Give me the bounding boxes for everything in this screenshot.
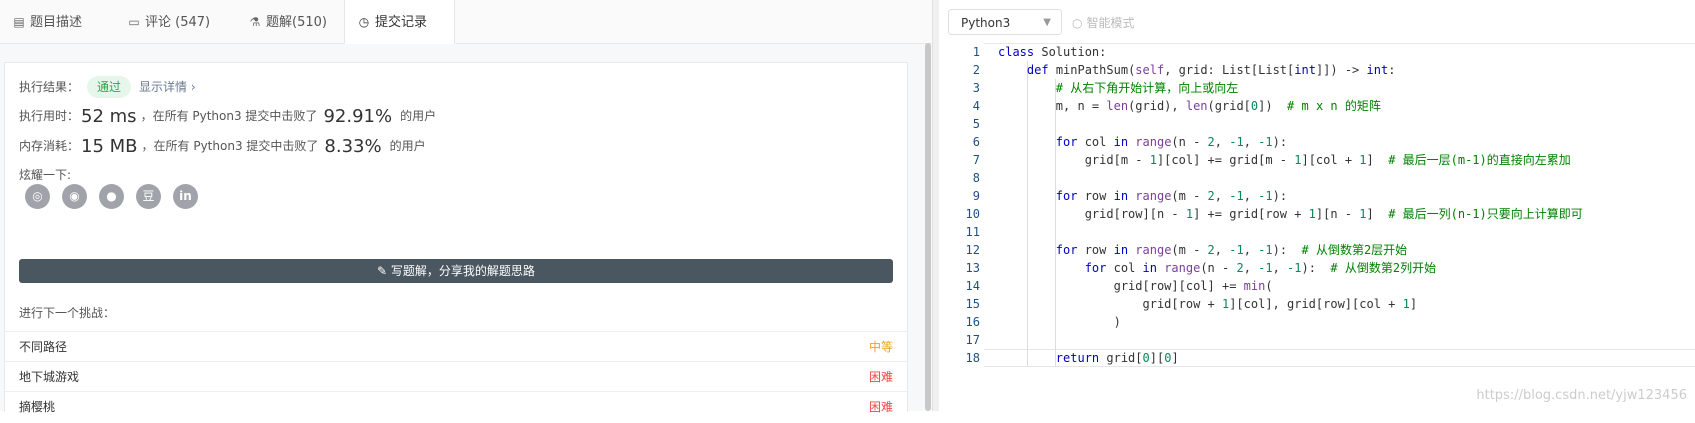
difficulty-badge: 困难 [868,370,893,384]
code-line: grid[row + 1][col], grid[row][col + 1] [998,297,1418,311]
line-number: 5 [972,117,980,131]
smart-mode-toggle[interactable]: ○ 智能模式 [1072,14,1135,31]
tab-description[interactable]: ▤ 题目描述 [0,0,104,43]
line-number: 4 [972,99,980,113]
difficulty-badge: 中等 [868,340,893,354]
line-number: 18 [965,351,980,365]
write-solution-button[interactable]: ✎ 写题解，分享我的解题思路 [19,259,893,283]
list-item[interactable]: 地下城游戏 困难 [5,361,907,393]
editor-toolbar: Python3 ▼ ○ 智能模式 [940,0,1695,44]
pencil-icon: ✎ [377,264,391,278]
leetcode-page: ▤ 题目描述 ▭ 评论 (547) ⚗ 题解(510) ◷ 提交记录 执行结果： 通过 显示… [0,0,1695,414]
line-number: 10 [965,207,980,221]
left-panel: ▤ 题目描述 ▭ 评论 (547) ⚗ 题解(510) ◷ 提交记录 执行结果： 通过 显示… [0,0,933,414]
line-number: 15 [965,297,980,311]
description-icon: ▤ [13,15,25,29]
line-number: 9 [972,189,980,203]
submission-result-card: 执行结果： 通过 显示详情 › 执行用时： 52 ms ，在所有 Python3 提交中… [4,62,908,414]
memory-value: 15 MB [81,136,138,157]
memory-row: 内存消耗： 15 MB ，在所有 Python3 提交中击败了 8.33% 的用户 [19,136,426,157]
wechat-icon[interactable]: ◎ [25,184,50,209]
chevron-down-icon: ▼ [1043,17,1051,28]
panel-splitter[interactable] [932,0,939,411]
flask-icon: ⚗ [249,15,261,29]
line-number-gutter: 1 2 3 4 5 6 7 8 9 10 11 12 13 14 15 16 1… [940,43,984,411]
line-number: 17 [965,333,980,347]
douban-icon[interactable]: 豆 [136,184,161,209]
clock-icon: ◷ [358,15,370,29]
share-label: 炫耀一下: [19,168,72,182]
line-number: 16 [965,315,980,329]
runtime-row: 执行用时： 52 ms ，在所有 Python3 提交中击败了 92.91% 的用户 [19,106,437,127]
code-line: for col in range(n - 2, -1, -1): # 从倒数第2… [1084,261,1437,275]
line-number: 2 [972,63,980,77]
code-line: class Solution: [998,45,1107,59]
left-scrollbar[interactable] [925,43,931,411]
list-item[interactable]: 不同路径 中等 [5,331,907,363]
code-line: grid[m - 1][col] += grid[m - 1][col + 1]… [998,153,1571,167]
line-number: 3 [972,81,980,95]
code-line: m, n = len(grid), len(grid[0]) # m x n 的… [998,99,1381,113]
code-line: for row in range(m - 2, -1, -1): # 从倒数第2… [1055,243,1408,257]
code-line: def minPathSum(self, grid: List[List[int… [1026,63,1396,77]
show-details-link[interactable]: 显示详情 › [139,80,196,94]
status-badge: 通过 [87,76,132,98]
code-line: return grid[0][0] [1055,351,1179,365]
line-number: 8 [972,171,980,185]
code-line: for row in range(m - 2, -1, -1): [1055,189,1288,203]
line-number: 7 [972,153,980,167]
difficulty-badge: 困难 [868,400,893,414]
next-challenge-label: 进行下一个挑战： [19,306,116,320]
tab-comments[interactable]: ▭ 评论 (547) [115,0,217,43]
qq-icon[interactable]: ● [99,184,124,209]
editor-panel: Python3 ▼ ○ 智能模式 1 2 3 4 5 6 7 8 9 10 11 … [940,0,1695,411]
comment-icon: ▭ [128,15,140,29]
code-line: grid[row][col] += min( [998,279,1273,293]
memory-percent: 8.33% [324,136,382,157]
tab-submissions[interactable]: ◷ 提交记录 [344,0,455,44]
result-row: 执行结果： 通过 显示详情 › [19,76,196,98]
runtime-percent: 92.91% [323,106,393,127]
line-number: 6 [972,135,980,149]
watermark: https://blog.csdn.net/yjw123456 [1476,388,1687,403]
line-number: 13 [965,261,980,275]
code-line: # 从右下角开始计算，向上或向左 [1055,81,1239,95]
weibo-icon[interactable]: ◉ [62,184,87,209]
line-number: 14 [965,279,980,293]
lightbulb-icon: ○ [1072,16,1083,30]
tab-bar: ▤ 题目描述 ▭ 评论 (547) ⚗ 题解(510) ◷ 提交记录 [0,0,932,44]
line-number: 11 [965,225,980,239]
line-number: 12 [965,243,980,257]
runtime-value: 52 ms [81,106,137,127]
language-select[interactable]: Python3 ▼ [948,9,1062,35]
tab-solutions[interactable]: ⚗ 题解(510) [236,0,338,43]
linkedin-icon[interactable]: in [173,184,198,209]
code-line: for col in range(n - 2, -1, -1): [1055,135,1288,149]
code-editor[interactable]: 1 2 3 4 5 6 7 8 9 10 11 12 13 14 15 16 1… [940,43,1695,411]
code-line: grid[row][n - 1] += grid[row + 1][n - 1]… [998,207,1583,221]
code-line: ) [998,315,1121,329]
list-item[interactable]: 摘樱桃 困难 [5,391,907,423]
line-number: 1 [972,45,980,59]
